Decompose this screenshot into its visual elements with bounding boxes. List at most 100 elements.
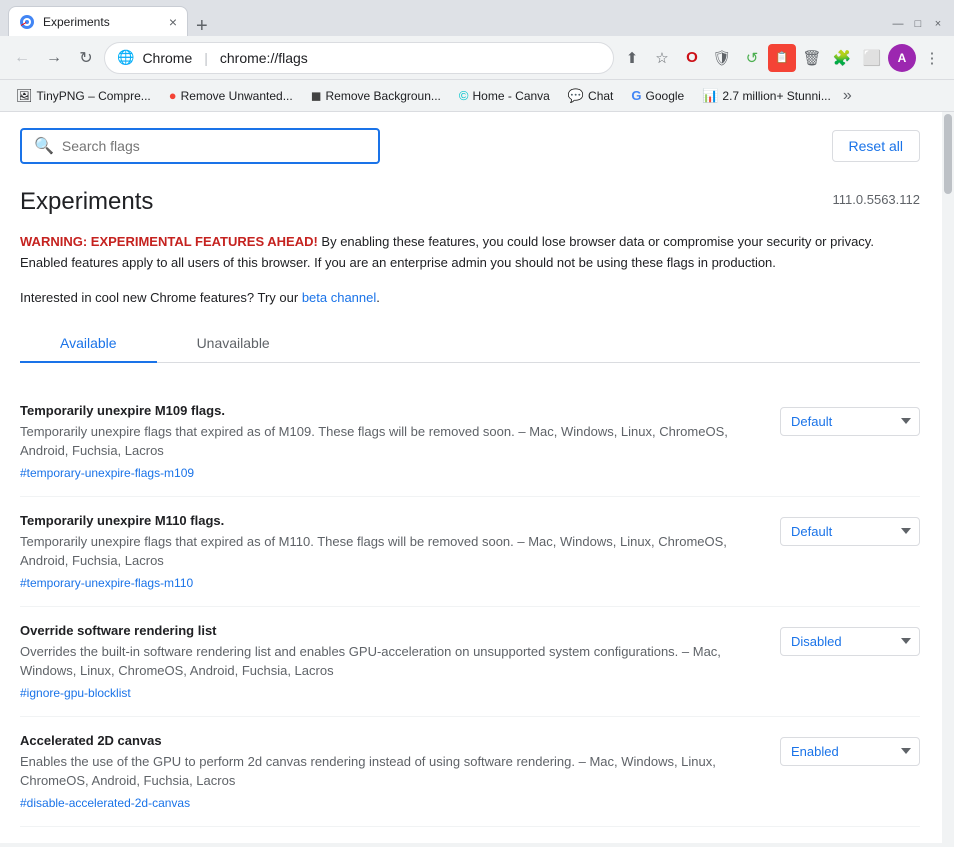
minimize-button[interactable]: — xyxy=(890,16,906,32)
bookmark-button[interactable]: ☆ xyxy=(648,44,676,72)
tab-strip: Experiments × + xyxy=(8,6,890,36)
scrollbar-thumb[interactable] xyxy=(944,114,952,194)
forward-button[interactable]: → xyxy=(40,44,68,72)
remove-unwanted-icon: ● xyxy=(169,88,177,103)
flag-control-3: Default Enabled Disabled xyxy=(780,733,920,766)
bookmarks-bar: 🖼 TinyPNG – Compre... ● Remove Unwanted.… xyxy=(0,80,954,112)
warning-section: WARNING: EXPERIMENTAL FEATURES AHEAD! By… xyxy=(20,232,920,274)
trash-button[interactable]: 🗑 xyxy=(798,44,826,72)
menu-button[interactable]: ⋮ xyxy=(918,44,946,72)
close-window-button[interactable]: × xyxy=(930,16,946,32)
extensions-button[interactable]: 🧩 xyxy=(828,44,856,72)
bookmark-excel-label: 2.7 million+ Stunni... xyxy=(722,89,830,103)
flag-link-0[interactable]: #temporary-unexpire-flags-m109 xyxy=(20,466,194,480)
beta-notice-end: . xyxy=(376,290,380,305)
tab-title: Experiments xyxy=(43,15,161,29)
warning-prefix: WARNING: EXPERIMENTAL FEATURES AHEAD! xyxy=(20,234,318,249)
flag-info-3: Accelerated 2D canvas Enables the use of… xyxy=(20,733,760,810)
beta-channel-link[interactable]: beta channel xyxy=(302,290,376,305)
remove-background-icon: ◼ xyxy=(311,88,322,104)
tinypng-icon: 🖼 xyxy=(16,88,33,104)
title-bar: Experiments × + — □ × xyxy=(0,0,954,36)
browser-tab[interactable]: Experiments × xyxy=(8,6,188,36)
bookmark-remove-background[interactable]: ◼ Remove Backgroun... xyxy=(303,84,449,108)
search-icon: 🔍 xyxy=(34,136,54,156)
address-divider: | xyxy=(204,50,208,66)
bookmark-google[interactable]: G Google xyxy=(623,84,692,107)
bookmarks-more-button[interactable]: » xyxy=(843,87,852,105)
chat-icon: 💬 xyxy=(568,88,584,104)
opera-icon-button[interactable]: O xyxy=(678,44,706,72)
shield-button[interactable]: 🛡 xyxy=(708,44,736,72)
flag-item: Temporarily unexpire M110 flags. Tempora… xyxy=(20,497,920,607)
flag-control-2: Default Enabled Disabled xyxy=(780,623,920,656)
flags-list: Temporarily unexpire M109 flags. Tempora… xyxy=(20,387,920,827)
flag-link-2[interactable]: #ignore-gpu-blocklist xyxy=(20,686,131,700)
bookmark-excel[interactable]: 📊 2.7 million+ Stunni... xyxy=(694,84,839,108)
flag-item: Temporarily unexpire M109 flags. Tempora… xyxy=(20,387,920,497)
tab-close-button[interactable]: × xyxy=(169,14,177,30)
flag-link-1[interactable]: #temporary-unexpire-flags-m110 xyxy=(20,576,193,590)
tab-unavailable[interactable]: Unavailable xyxy=(157,325,310,363)
bookmark-tinypng-label: TinyPNG – Compre... xyxy=(37,89,151,103)
maximize-button[interactable]: □ xyxy=(910,16,926,32)
flag-select-1[interactable]: Default Enabled Disabled xyxy=(780,517,920,546)
reset-all-button[interactable]: Reset all xyxy=(832,130,920,162)
flag-description-3: Enables the use of the GPU to perform 2d… xyxy=(20,752,760,791)
flag-select-3[interactable]: Default Enabled Disabled xyxy=(780,737,920,766)
bookmark-canva[interactable]: © Home - Canva xyxy=(451,84,558,107)
page-content: 🔍 Reset all Experiments 111.0.5563.112 W… xyxy=(0,112,940,843)
search-input[interactable] xyxy=(62,138,366,154)
url-text: chrome://flags xyxy=(220,50,308,66)
flag-description-1: Temporarily unexpire flags that expired … xyxy=(20,532,760,571)
reload-button[interactable]: ↻ xyxy=(72,44,100,72)
google-icon: G xyxy=(631,88,641,103)
search-box: 🔍 xyxy=(20,128,380,164)
flag-control-1: Default Enabled Disabled xyxy=(780,513,920,546)
flag-control-0: Default Enabled Disabled xyxy=(780,403,920,436)
flag-select-2[interactable]: Default Enabled Disabled xyxy=(780,627,920,656)
flag-title-0: Temporarily unexpire M109 flags. xyxy=(20,403,760,418)
share-button[interactable]: ⬆ xyxy=(618,44,646,72)
window-controls: — □ × xyxy=(890,16,946,36)
address-bar[interactable]: 🌐 Chrome | chrome://flags xyxy=(104,42,614,74)
beta-notice-text: Interested in cool new Chrome features? … xyxy=(20,290,302,305)
version-number: 111.0.5563.112 xyxy=(833,192,920,207)
flag-info-2: Override software rendering list Overrid… xyxy=(20,623,760,700)
flag-description-0: Temporarily unexpire flags that expired … xyxy=(20,422,760,461)
browser-content: 🔍 Reset all Experiments 111.0.5563.112 W… xyxy=(0,112,954,843)
nav-actions: ⬆ ☆ O 🛡 ↺ 📋 🗑 🧩 ⬜ A ⋮ xyxy=(618,44,946,72)
browser-label: Chrome xyxy=(142,50,192,66)
tab-available[interactable]: Available xyxy=(20,325,157,363)
bookmark-remove-unwanted[interactable]: ● Remove Unwanted... xyxy=(161,84,301,107)
nav-bar: ← → ↻ 🌐 Chrome | chrome://flags ⬆ ☆ O 🛡 … xyxy=(0,36,954,80)
tab-navigation: Available Unavailable xyxy=(20,325,920,363)
beta-notice: Interested in cool new Chrome features? … xyxy=(20,290,920,305)
flag-info-0: Temporarily unexpire M109 flags. Tempora… xyxy=(20,403,760,480)
flag-title-3: Accelerated 2D canvas xyxy=(20,733,760,748)
bookmark-tinypng[interactable]: 🖼 TinyPNG – Compre... xyxy=(8,84,159,108)
bookmark-chat-label: Chat xyxy=(588,89,613,103)
flag-item: Accelerated 2D canvas Enables the use of… xyxy=(20,717,920,827)
flag-item: Override software rendering list Overrid… xyxy=(20,607,920,717)
vpn-button[interactable]: ↺ xyxy=(738,44,766,72)
flag-info-1: Temporarily unexpire M110 flags. Tempora… xyxy=(20,513,760,590)
page-title: Experiments xyxy=(20,188,920,216)
sidebar-button[interactable]: ⬜ xyxy=(858,44,886,72)
flag-title-1: Temporarily unexpire M110 flags. xyxy=(20,513,760,528)
tab-favicon xyxy=(19,14,35,30)
excel-icon: 📊 xyxy=(702,88,718,104)
new-tab-button[interactable]: + xyxy=(192,16,212,36)
flag-description-2: Overrides the built-in software renderin… xyxy=(20,642,760,681)
bookmark-google-label: Google xyxy=(646,89,685,103)
scrollbar[interactable] xyxy=(942,112,954,843)
bookmark-chat[interactable]: 💬 Chat xyxy=(560,84,622,108)
extension-button-1[interactable]: 📋 xyxy=(768,44,796,72)
bookmark-remove-background-label: Remove Backgroun... xyxy=(326,89,441,103)
back-button[interactable]: ← xyxy=(8,44,36,72)
profile-button[interactable]: A xyxy=(888,44,916,72)
flag-select-0[interactable]: Default Enabled Disabled xyxy=(780,407,920,436)
bookmark-remove-unwanted-label: Remove Unwanted... xyxy=(181,89,293,103)
flag-link-3[interactable]: #disable-accelerated-2d-canvas xyxy=(20,796,190,810)
search-container: 🔍 Reset all xyxy=(20,128,920,164)
